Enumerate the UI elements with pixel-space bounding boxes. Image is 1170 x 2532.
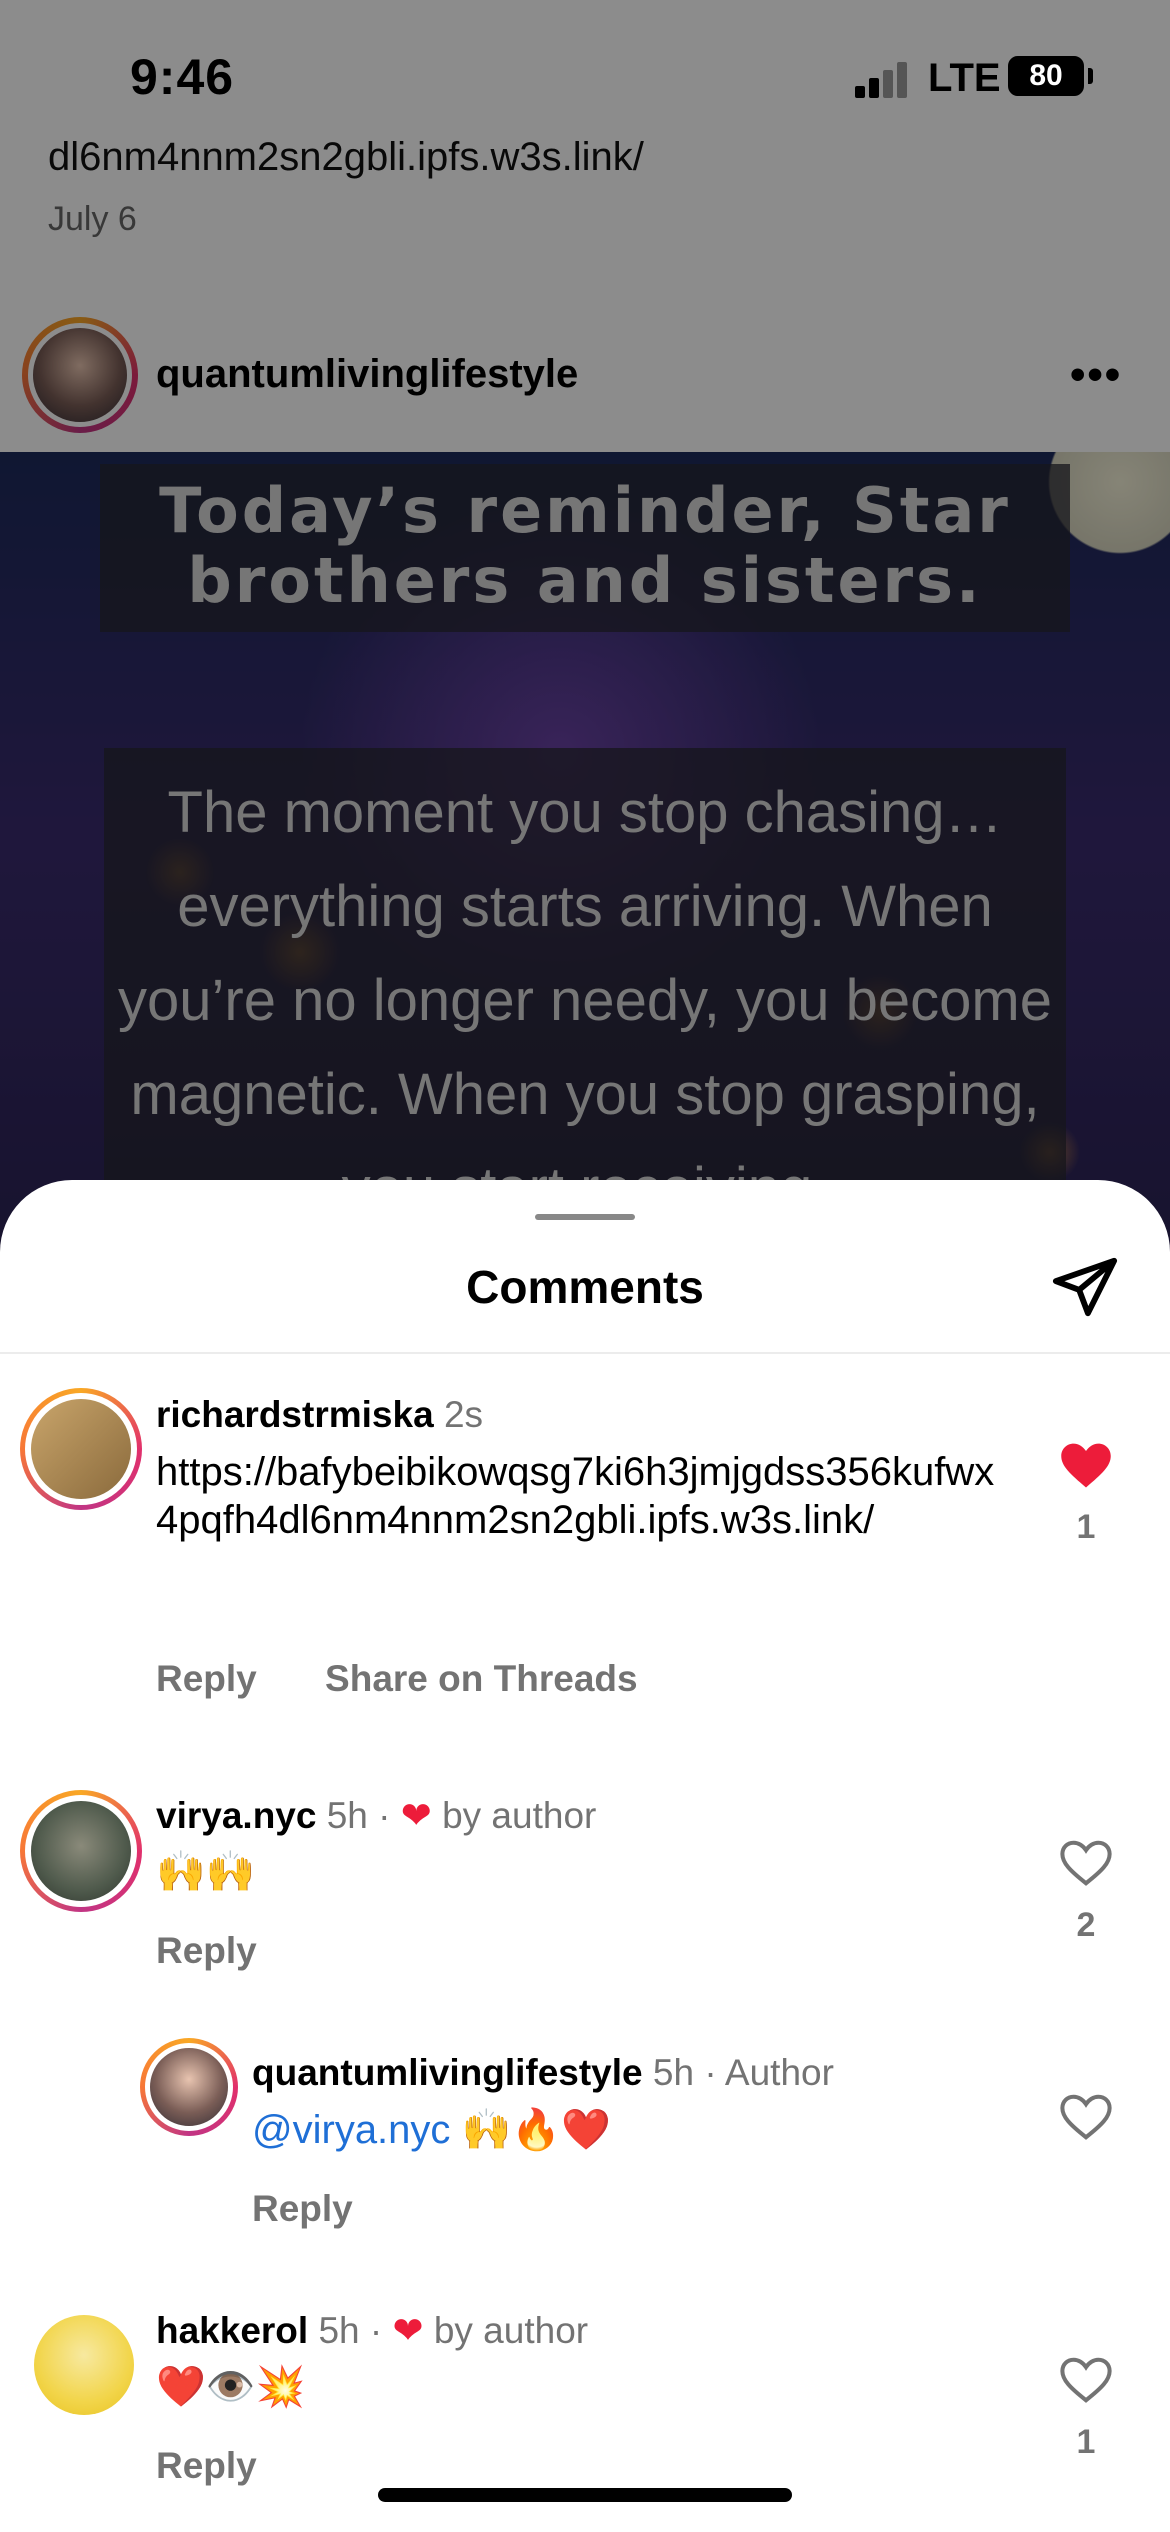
comment-time: 5h: [652, 2052, 695, 2093]
heart-icon: ❤: [392, 2310, 424, 2351]
mention-link[interactable]: @virya.nyc: [252, 2108, 450, 2152]
comment-text[interactable]: ❤️👁️💥: [156, 2363, 1016, 2411]
comment-header: richardstrmiska 2s: [156, 1394, 483, 1436]
reply-button[interactable]: Reply: [156, 2445, 257, 2486]
avatar[interactable]: [140, 2038, 238, 2136]
status-bar: 9:46 LTE 80: [0, 0, 1170, 140]
heart-icon[interactable]: [1059, 2355, 1113, 2405]
reply-button[interactable]: Reply: [252, 2188, 353, 2229]
comment-actions: Reply Share on Threads: [156, 1658, 696, 1700]
comment-header: hakkerol 5h · ❤ by author: [156, 2309, 588, 2352]
comment-actions: Reply: [252, 2188, 411, 2230]
comment-text[interactable]: @virya.nyc 🙌🔥❤️: [252, 2106, 1112, 2154]
avatar[interactable]: [20, 1790, 142, 1912]
meta-separator: ·: [369, 2310, 383, 2351]
heart-icon[interactable]: [1059, 1838, 1113, 1888]
comment-username[interactable]: virya.nyc: [156, 1795, 316, 1836]
comment-item: richardstrmiska 2s https://bafybeibikowq…: [0, 1380, 1170, 1700]
comment-time: 5h: [326, 1795, 368, 1836]
comment-username[interactable]: hakkerol: [156, 2310, 308, 2351]
liked-by-author-label: by author: [442, 1795, 597, 1836]
author-badge: Author: [724, 2052, 834, 2093]
like-count: 1: [1076, 2423, 1096, 2461]
comment-header: virya.nyc 5h · ❤ by author: [156, 1794, 596, 1837]
heart-icon[interactable]: [1059, 2092, 1113, 2142]
comment-time: 2s: [443, 1394, 484, 1435]
send-icon[interactable]: [1050, 1252, 1120, 1322]
signal-icon: [855, 62, 915, 98]
heart-icon: ❤: [400, 1795, 432, 1836]
comment-header: quantumlivinglifestyle 5h · Author: [252, 2052, 834, 2094]
network-label: LTE: [928, 56, 1001, 100]
like-column: [1050, 2092, 1122, 2142]
liked-by-author-label: by author: [433, 2310, 589, 2351]
share-on-threads-button[interactable]: Share on Threads: [325, 1658, 638, 1699]
like-column: 2: [1050, 1838, 1122, 1945]
reply-item: quantumlivinglifestyle 5h · Author @viry…: [0, 2038, 1170, 2258]
avatar[interactable]: [34, 2315, 134, 2415]
comments-sheet: Comments richardstrmiska 2s https://bafy…: [0, 1180, 1170, 2532]
reply-button[interactable]: Reply: [156, 1658, 257, 1699]
heart-icon[interactable]: [1059, 1440, 1113, 1490]
comment-emoji: 🙌🔥❤️: [461, 2108, 611, 2152]
like-count: 2: [1076, 1906, 1096, 1944]
comment-time: 5h: [318, 2310, 360, 2351]
meta-separator: ·: [704, 2052, 717, 2093]
battery-icon: 80: [1008, 56, 1084, 96]
battery-nub: [1088, 68, 1093, 84]
sheet-backdrop[interactable]: [0, 0, 1170, 1300]
comment-actions: Reply: [156, 1930, 315, 1972]
like-column: 1: [1050, 1440, 1122, 1547]
sheet-title: Comments: [466, 1261, 704, 1313]
comment-username[interactable]: quantumlivinglifestyle: [252, 2052, 643, 2093]
comment-text[interactable]: https://bafybeibikowqsg7ki6h3jmjgdss356k…: [156, 1448, 1016, 1544]
home-indicator[interactable]: [378, 2488, 792, 2502]
sheet-grabber[interactable]: [535, 1214, 635, 1220]
comment-username[interactable]: richardstrmiska: [156, 1394, 434, 1435]
comment-item: virya.nyc 5h · ❤ by author 🙌🙌 Reply 2: [0, 1780, 1170, 2020]
sheet-divider: [0, 1352, 1170, 1354]
comment-text[interactable]: 🙌🙌: [156, 1848, 1016, 1896]
comment-actions: Reply: [156, 2445, 315, 2487]
avatar[interactable]: [20, 1388, 142, 1510]
like-count: 1: [1076, 1508, 1096, 1546]
reply-button[interactable]: Reply: [156, 1930, 257, 1971]
status-time: 9:46: [130, 49, 235, 105]
meta-separator: ·: [378, 1795, 391, 1836]
like-column: 1: [1050, 2355, 1122, 2462]
